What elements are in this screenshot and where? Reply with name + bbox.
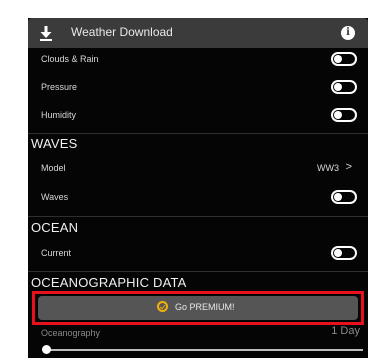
humidity-row[interactable]: Humidity (28, 104, 368, 128)
clouds-rain-label: Clouds & Rain (41, 54, 99, 64)
section-divider (28, 216, 368, 217)
model-value: WW3 (317, 163, 339, 173)
current-row[interactable]: Current (28, 242, 368, 266)
current-label: Current (41, 248, 72, 258)
oceanography-label: Oceanography (41, 328, 101, 338)
pressure-label: Pressure (41, 82, 78, 92)
toggle-knob (334, 193, 342, 201)
humidity-label: Humidity (41, 110, 77, 120)
oceanography-slider-thumb[interactable] (42, 345, 51, 354)
current-toggle[interactable] (331, 246, 357, 260)
toggle-knob (334, 111, 342, 119)
model-row[interactable]: Model WW3 > (28, 157, 368, 181)
clouds-rain-toggle[interactable] (331, 52, 357, 66)
info-icon[interactable]: i (341, 26, 355, 40)
waves-toggle[interactable] (331, 190, 357, 204)
clouds-rain-row[interactable]: Clouds & Rain (28, 48, 368, 72)
weather-download-panel: Weather Download i Clouds & Rain Pressur… (28, 18, 368, 358)
section-divider (28, 133, 368, 134)
section-divider (28, 271, 368, 272)
waves-section-title: WAVES (31, 136, 78, 151)
oceanographic-section-title: OCEANOGRAPHIC DATA (31, 275, 187, 290)
waves-label: Waves (41, 192, 69, 202)
humidity-toggle[interactable] (331, 108, 357, 122)
premium-highlight-outline (32, 291, 364, 325)
waves-row[interactable]: Waves (28, 186, 368, 210)
toggle-knob (334, 249, 342, 257)
pressure-toggle[interactable] (331, 80, 357, 94)
toggle-knob (334, 83, 342, 91)
ocean-section-title: OCEAN (31, 220, 79, 235)
header-bar: Weather Download i (28, 18, 368, 48)
oceanography-value: 1 Day (331, 325, 360, 337)
toggle-knob (334, 55, 342, 63)
download-icon[interactable] (39, 26, 53, 41)
header-title: Weather Download (71, 25, 173, 39)
pressure-row[interactable]: Pressure (28, 76, 368, 100)
oceanography-slider-track[interactable] (45, 349, 363, 351)
model-label: Model (41, 163, 66, 173)
chevron-right-icon: > (345, 161, 352, 173)
